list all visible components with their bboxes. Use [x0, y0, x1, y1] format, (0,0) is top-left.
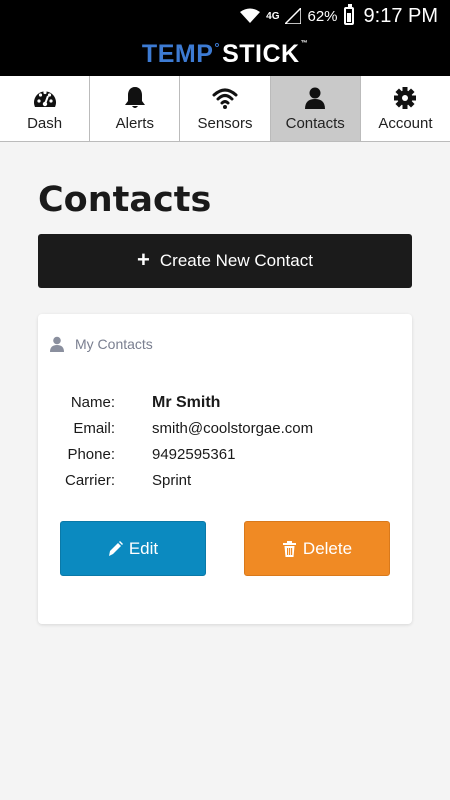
tab-dash-label: Dash [27, 114, 63, 132]
tab-alerts[interactable]: Alerts [90, 76, 181, 141]
tempstick-logo: TEMP ° STICK ™ [142, 40, 308, 69]
logo-degree: ° [214, 39, 221, 55]
signal-icon [285, 8, 302, 24]
detail-row-email: Email: smith@coolstorgae.com [38, 420, 412, 446]
contact-details: Name: Mr Smith Email: smith@coolstorgae.… [38, 394, 412, 498]
user-icon [305, 87, 326, 109]
create-contact-label: Create New Contact [159, 251, 313, 270]
email-label: Email: [73, 420, 115, 437]
pencil-icon [108, 540, 123, 556]
logo-stick: STICK [222, 39, 300, 68]
logo-tm: ™ [300, 39, 309, 47]
logo-temp: TEMP [141, 39, 214, 68]
phone-value: 9492595361 [152, 446, 236, 463]
carrier-value: Sprint [152, 472, 192, 489]
tab-account-label: Account [378, 114, 433, 132]
carrier-label: Carrier: [64, 472, 115, 489]
tab-sensors[interactable]: Sensors [180, 76, 271, 141]
tab-contacts-label: Contacts [285, 114, 345, 132]
tab-contacts[interactable]: Contacts [270, 76, 361, 141]
gear-icon [394, 86, 417, 109]
card-header: My Contacts [50, 336, 153, 352]
delete-label: Delete [302, 538, 353, 558]
dashboard-gauge-icon [33, 90, 56, 107]
detail-row-phone: Phone: 9492595361 [38, 446, 412, 472]
tab-dash[interactable]: Dash [0, 76, 91, 141]
wifi-status-icon [240, 8, 261, 23]
bell-icon [124, 86, 145, 108]
name-label: Name: [70, 394, 115, 411]
main-nav: Dash Alerts Sensors Contacts Account [0, 76, 450, 142]
email-value: smith@coolstorgae.com [152, 420, 314, 437]
edit-button[interactable]: Edit [60, 521, 206, 576]
wifi-icon [212, 88, 238, 109]
card-header-label: My Contacts [75, 336, 153, 352]
brand-header: TEMP ° STICK ™ [0, 32, 450, 76]
trash-icon [282, 540, 296, 557]
edit-label: Edit [128, 538, 159, 558]
network-type: 4G [266, 10, 280, 22]
battery-icon [343, 4, 354, 25]
detail-row-name: Name: Mr Smith [38, 394, 412, 420]
status-time: 9:17 PM [363, 4, 438, 27]
plus-icon: + [137, 247, 150, 272]
contact-card: My Contacts Name: Mr Smith Email: smith@… [38, 314, 412, 624]
phone-label: Phone: [67, 446, 115, 463]
battery-percent: 62% [307, 7, 338, 25]
tab-sensors-label: Sensors [197, 114, 253, 132]
page-title: Contacts [38, 180, 212, 220]
user-icon [50, 336, 64, 352]
create-contact-button[interactable]: + Create New Contact [38, 234, 412, 288]
status-bar: 4G 62% 9:17 PM [0, 0, 450, 32]
tab-alerts-label: Alerts [115, 114, 154, 132]
delete-button[interactable]: Delete [244, 521, 390, 576]
tab-account[interactable]: Account [361, 76, 450, 141]
detail-row-carrier: Carrier: Sprint [38, 472, 412, 498]
name-value: Mr Smith [152, 394, 221, 411]
